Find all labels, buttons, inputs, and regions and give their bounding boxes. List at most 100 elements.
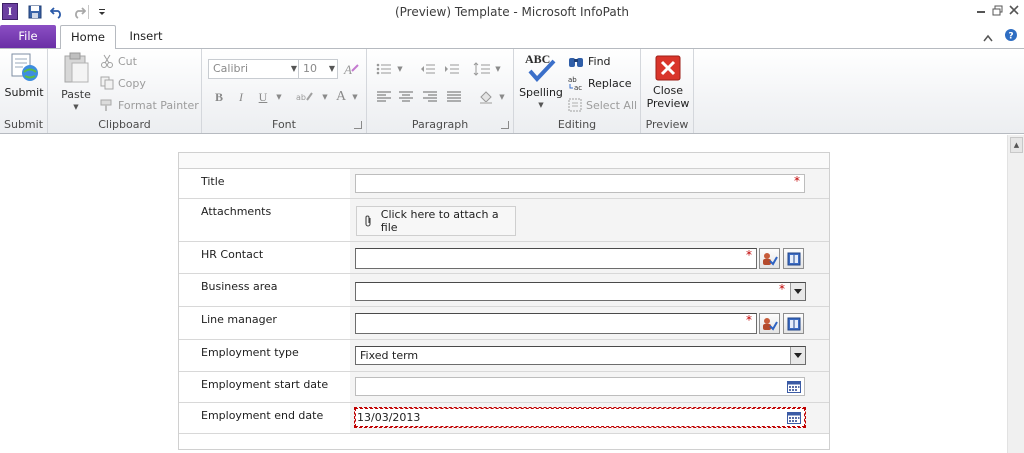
justify-icon[interactable]: [443, 87, 465, 107]
select-all-icon: [568, 98, 582, 112]
minimize-ribbon-icon[interactable]: [982, 32, 993, 45]
bullets-dropdown-icon[interactable]: ▼: [389, 59, 411, 79]
group-clipboard: Paste ▼ Cut Copy Format Painter Clipboar…: [48, 49, 202, 133]
submit-button[interactable]: Submit: [2, 51, 46, 99]
font-size-combo[interactable]: 10 ▼: [298, 59, 338, 79]
paragraph-dialog-launcher-icon[interactable]: [501, 121, 509, 129]
close-preview-button[interactable]: Close Preview: [644, 55, 692, 110]
bold-icon[interactable]: B: [208, 87, 230, 107]
end-date-label: Employment end date: [201, 409, 324, 422]
start-date-calendar-icon[interactable]: [786, 379, 802, 394]
help-icon[interactable]: ?: [1004, 28, 1018, 45]
format-painter-button[interactable]: Format Painter: [100, 95, 199, 115]
business-area-dropdown-icon[interactable]: [790, 283, 805, 300]
italic-icon[interactable]: I: [230, 87, 252, 107]
scroll-up-icon[interactable]: ▲: [1010, 137, 1023, 153]
employment-type-value: Fixed term: [360, 349, 419, 362]
close-window-icon[interactable]: [1005, 1, 1023, 19]
copy-button[interactable]: Copy: [100, 73, 146, 93]
hr-contact-input[interactable]: *: [355, 248, 757, 269]
title-input[interactable]: *: [355, 174, 805, 193]
business-area-label: Business area: [201, 280, 278, 293]
row-business-area: Business area *: [179, 274, 829, 307]
align-right-icon[interactable]: [419, 87, 441, 107]
line-manager-input[interactable]: *: [355, 313, 757, 334]
row-line-manager: Line manager *: [179, 307, 829, 340]
employment-type-dropdown-icon[interactable]: [790, 347, 805, 364]
row-attachments: Attachments Click here to attach a file: [179, 199, 829, 242]
font-dialog-launcher-icon[interactable]: [354, 121, 362, 129]
replace-icon: abac: [568, 76, 582, 91]
end-date-value: 13/03/2013: [357, 411, 421, 424]
close-preview-label-line1: Close: [653, 84, 683, 97]
row-hr-contact: HR Contact *: [179, 242, 829, 274]
tab-insert[interactable]: Insert: [122, 25, 170, 48]
end-date-calendar-icon[interactable]: [786, 410, 802, 425]
title-label: Title: [201, 175, 225, 188]
title-required-mark: *: [794, 174, 800, 188]
group-label-editing: Editing: [557, 118, 597, 131]
close-preview-label-line2: Preview: [646, 97, 690, 110]
row-employment-start-date: Employment start date: [179, 372, 829, 403]
check-names-icon: [762, 317, 778, 331]
svg-text:ab: ab: [296, 93, 306, 102]
highlight-icon[interactable]: ab: [294, 87, 316, 107]
copy-icon: [100, 76, 114, 90]
attach-file-button[interactable]: Click here to attach a file: [356, 206, 516, 236]
end-date-picker[interactable]: 13/03/2013: [354, 407, 806, 428]
line-spacing-dropdown-icon[interactable]: ▼: [487, 59, 509, 79]
group-label-preview: Preview: [645, 118, 689, 131]
svg-text:?: ?: [1008, 32, 1013, 42]
group-preview: Close Preview Preview: [641, 49, 694, 133]
select-all-button[interactable]: Select All: [568, 95, 637, 115]
paste-dropdown-icon[interactable]: ▼: [58, 101, 94, 114]
cut-button[interactable]: Cut: [100, 51, 137, 71]
font-name-value: Calibri: [213, 62, 249, 75]
scissors-icon: [101, 54, 113, 68]
decrease-indent-icon[interactable]: [417, 59, 439, 79]
find-label: Find: [588, 54, 611, 68]
hr-contact-address-book-button[interactable]: [783, 248, 804, 269]
form-table: Title * Attachments Click here to attach…: [178, 152, 830, 450]
tab-home[interactable]: Home: [60, 25, 116, 49]
group-editing: ABC Spelling ▼ Find ab ac Replace Select …: [514, 49, 641, 133]
binoculars-icon: [569, 58, 583, 67]
clear-formatting-icon[interactable]: A: [340, 59, 362, 79]
shading-dropdown-icon[interactable]: ▼: [491, 87, 513, 107]
align-center-icon[interactable]: [395, 87, 417, 107]
ribbon-help-area: ?: [982, 28, 1019, 45]
underline-dropdown-icon[interactable]: ▼: [268, 87, 290, 107]
start-date-picker[interactable]: [355, 377, 805, 396]
line-manager-address-book-button[interactable]: [783, 313, 804, 334]
ribbon-tabs: File Home Insert ?: [0, 24, 1024, 49]
employment-type-dropdown[interactable]: Fixed term: [355, 346, 806, 365]
replace-label: Replace: [588, 76, 632, 90]
increase-indent-icon[interactable]: [441, 59, 463, 79]
title-bar: I (Preview) Template - Microsoft InfoPat…: [0, 0, 1024, 24]
attach-file-text: Click here to attach a file: [380, 208, 499, 234]
business-area-dropdown[interactable]: *: [355, 282, 806, 301]
font-size-dropdown-icon[interactable]: ▼: [329, 60, 335, 78]
align-left-icon[interactable]: [373, 87, 395, 107]
replace-button[interactable]: ab ac Replace: [568, 73, 632, 93]
window-title: (Preview) Template - Microsoft InfoPath: [394, 5, 630, 19]
address-book-icon: [787, 317, 800, 330]
hr-contact-check-names-button[interactable]: [759, 248, 780, 269]
group-label-clipboard: Clipboard: [98, 118, 151, 131]
find-button[interactable]: Find: [568, 51, 611, 71]
paste-label: Paste: [61, 88, 91, 101]
font-name-dropdown-icon[interactable]: ▼: [291, 60, 297, 78]
copy-label: Copy: [118, 76, 146, 90]
restore-icon[interactable]: [988, 1, 1006, 19]
font-color-dropdown-icon[interactable]: ▼: [344, 87, 366, 107]
paste-button[interactable]: Paste ▼: [58, 51, 94, 114]
format-painter-icon: [100, 99, 112, 111]
vertical-scrollbar[interactable]: ▲: [1007, 135, 1024, 453]
line-manager-required-mark: *: [746, 313, 752, 327]
address-book-icon: [787, 252, 800, 265]
spelling-dropdown-icon[interactable]: ▼: [518, 99, 564, 112]
tab-file[interactable]: File: [0, 25, 56, 48]
spelling-button[interactable]: ABC Spelling ▼: [518, 51, 564, 112]
font-name-combo[interactable]: Calibri ▼: [208, 59, 300, 79]
line-manager-check-names-button[interactable]: [759, 313, 780, 334]
